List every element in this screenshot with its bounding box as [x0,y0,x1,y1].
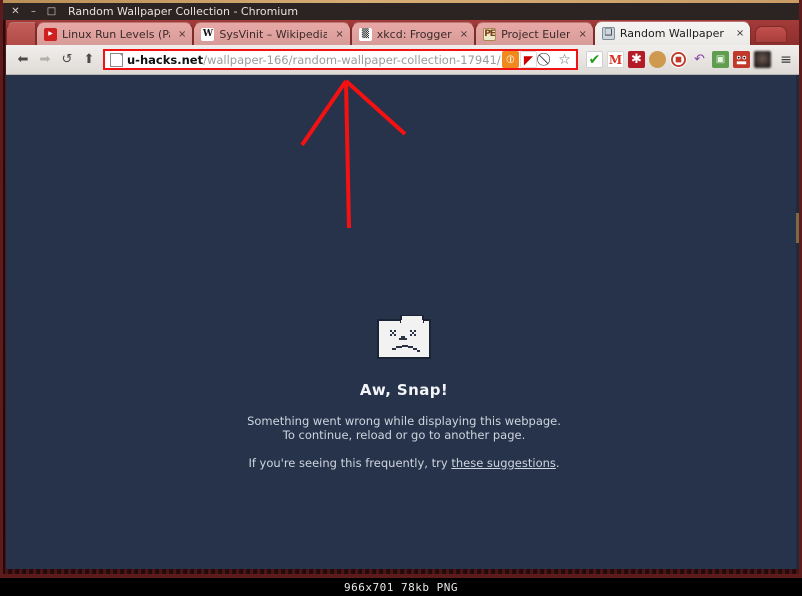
page-document-icon [110,52,123,67]
tab-close-icon[interactable]: × [736,28,744,39]
smiley-extension-icon[interactable] [733,51,750,68]
adblock-extension-icon[interactable] [670,51,687,68]
window-title: Random Wallpaper Collection - Chromium [68,5,299,18]
tab-label: Linux Run Levels (Pa [62,27,170,41]
blurred-extension-icon[interactable] [754,51,771,68]
adblock-glyph [671,52,686,67]
tab-strip: Linux Run Levels (Pa × W SysVinit – Wiki… [6,20,799,45]
tab-close-icon[interactable]: × [578,29,586,40]
address-bar[interactable]: u-hacks.net/wallpaper-166/random-wallpap… [103,49,578,70]
these-suggestions-link[interactable]: these suggestions [451,456,556,470]
desktop-background: ✕ – □ Random Wallpaper Collection - Chro… [0,0,802,596]
gmail-extension-icon[interactable]: M [607,51,624,68]
reload-button[interactable]: ↺ [56,49,78,71]
checkmark-extension-icon[interactable]: ✔ [586,51,603,68]
suggestions-suffix: . [555,456,560,470]
tab-clipped-partial[interactable] [6,22,36,45]
cookie-extension-icon[interactable] [649,51,666,68]
address-bar-url: u-hacks.net/wallpaper-166/random-wallpap… [127,53,501,67]
scrollbar-thumb[interactable] [796,213,799,243]
back-button[interactable]: ⬅ [12,49,34,71]
new-tab-button[interactable] [755,26,788,43]
wikipedia-favicon: W [201,27,215,41]
browser-toolbar: ⬅ ➡ ↺ ⬆ u-hacks.net/wallpaper-166/random… [6,45,799,75]
error-message-line-1: Something went wrong while displaying th… [247,414,561,428]
window-minimize-button[interactable]: – [28,6,39,17]
extension-icon-bar: ✔ M ✱ ↶ ▣ [586,51,771,68]
xkcd-favicon: ▒ [358,27,372,41]
noscript-icon[interactable]: ⃠ [538,51,555,68]
youtube-favicon [44,27,57,41]
tab-linux-run-levels[interactable]: Linux Run Levels (Pa × [36,22,194,45]
project-euler-favicon: PE [483,27,497,41]
flash-icon[interactable]: ◤ [520,51,537,68]
suggestions-prefix: If you're seeing this frequently, try [248,456,452,470]
chrome-menu-button[interactable]: ≡ [776,52,796,68]
tab-close-icon[interactable]: × [335,29,343,40]
tab-label: Random Wallpaper C [619,27,728,40]
refresh-arrow-extension-icon[interactable]: ↶ [691,51,708,68]
image-favicon: ❑ [601,27,615,40]
window-maximize-button[interactable]: □ [46,6,57,17]
window-close-button[interactable]: ✕ [10,6,21,17]
home-button[interactable]: ⬆ [78,49,100,71]
page-scrollbar[interactable] [796,75,799,569]
tab-label: Project Euler [501,27,571,41]
bookmark-star-icon[interactable]: ☆ [556,51,573,68]
rss-icon[interactable]: ⦶ [502,51,519,68]
tab-project-euler[interactable]: PE Project Euler × [475,22,594,45]
tab-sysvinit-wikipedia[interactable]: W SysVinit – Wikipedia × [193,22,351,45]
tab-xkcd-frogger[interactable]: ▒ xkcd: Frogger × [350,22,476,45]
url-path: /wallpaper-166/random-wallpaper-collecti… [203,52,501,67]
sad-folder-icon [377,315,431,359]
aw-snap-error-page: Aw, Snap! Something went wrong while dis… [6,315,799,470]
title-bar: ✕ – □ Random Wallpaper Collection - Chro… [3,0,799,20]
tab-label: xkcd: Frogger [376,27,452,41]
status-bar: 966x701 78kb PNG [0,578,802,596]
smiley-glyph [734,52,749,67]
error-title: Aw, Snap! [359,381,449,399]
tab-random-wallpaper-collection[interactable]: ❑ Random Wallpaper C × [593,21,752,45]
url-host: u-hacks.net [127,52,204,67]
screen-extension-icon[interactable]: ▣ [712,51,729,68]
status-bar-text: 966x701 78kb PNG [344,580,458,594]
error-message-line-2: To continue, reload or go to another pag… [282,427,526,442]
tab-close-icon[interactable]: × [460,29,468,40]
page-viewport: Aw, Snap! Something went wrong while dis… [6,75,799,569]
asterisk-extension-icon[interactable]: ✱ [628,51,645,68]
browser-window: ✕ – □ Random Wallpaper Collection - Chro… [0,0,802,578]
tab-close-icon[interactable]: × [178,29,186,40]
error-suggestions-line: If you're seeing this frequently, try th… [248,456,559,470]
tab-label: SysVinit – Wikipedia [219,27,328,41]
forward-button[interactable]: ➡ [34,49,56,71]
